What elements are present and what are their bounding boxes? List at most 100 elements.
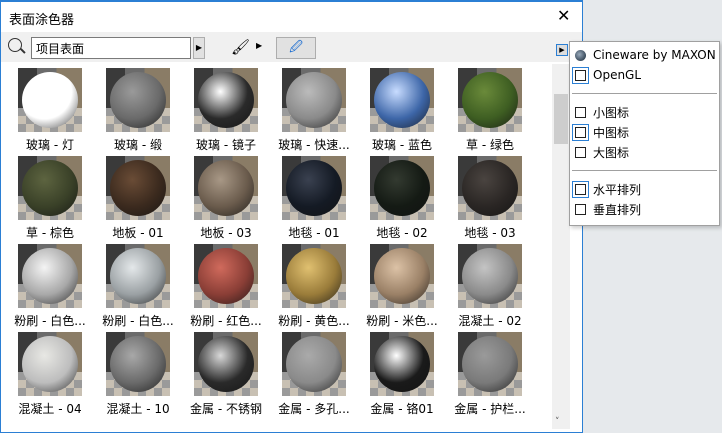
material-label: 地毯 - 02: [376, 226, 428, 240]
menu-item-cineware[interactable]: Cineware by MAXON: [572, 45, 718, 65]
material-sphere: [110, 160, 166, 216]
material-sphere: [462, 160, 518, 216]
menu-item-vertical-layout[interactable]: 垂直排列: [572, 199, 718, 219]
material-item[interactable]: 粉刷 - 黄色...: [270, 240, 358, 329]
material-item[interactable]: 草 - 绿色: [446, 64, 534, 153]
material-item[interactable]: 玻璃 - 灯: [6, 64, 94, 153]
material-label: 玻璃 - 镜子: [196, 138, 256, 152]
material-item[interactable]: 粉刷 - 米色...: [358, 240, 446, 329]
vertical-scrollbar[interactable]: ˅: [552, 64, 570, 429]
dialog-title: 表面涂色器: [9, 13, 75, 28]
material-thumbnail: [18, 244, 82, 308]
small-icons-icon: [572, 104, 589, 121]
material-sphere: [198, 72, 254, 128]
search-input[interactable]: [31, 37, 191, 59]
material-thumbnail: [370, 68, 434, 132]
material-item[interactable]: 玻璃 - 快速...: [270, 64, 358, 153]
material-thumbnail: [18, 156, 82, 220]
menu-item-label: 大图标: [593, 145, 630, 160]
brush-menu-arrow[interactable]: ▶: [256, 41, 262, 50]
material-label: 地板 - 01: [112, 226, 164, 240]
material-sphere: [462, 336, 518, 392]
material-item[interactable]: 地毯 - 02: [358, 152, 446, 241]
material-item[interactable]: 粉刷 - 白色...: [94, 240, 182, 329]
material-sphere: [462, 248, 518, 304]
material-thumbnail: [370, 156, 434, 220]
material-item[interactable]: 金属 - 铬01: [358, 328, 446, 417]
material-sphere: [374, 72, 430, 128]
scroll-down-arrow[interactable]: ˅: [555, 417, 560, 427]
medium-icons-icon: [572, 123, 589, 141]
material-item[interactable]: 草 - 棕色: [6, 152, 94, 241]
material-label: 粉刷 - 黄色...: [278, 314, 350, 328]
menu-item-opengl[interactable]: OpenGL: [572, 65, 718, 85]
menu-separator: [572, 93, 717, 94]
material-sphere: [286, 336, 342, 392]
search-icon: [8, 38, 22, 52]
surface-painter-dialog: 表面涂色器 ✕ ▶ 🖌 ▶ 🖉 玻璃 - 灯 玻璃 - 缎 玻璃 - 镜子 玻璃 - …: [0, 0, 583, 433]
material-item[interactable]: 金属 - 多孔...: [270, 328, 358, 417]
material-item[interactable]: 玻璃 - 镜子: [182, 64, 270, 153]
material-sphere: [22, 72, 78, 128]
material-thumbnail: [18, 332, 82, 396]
material-thumbnail: [194, 244, 258, 308]
menu-item-label: 垂直排列: [593, 202, 642, 217]
view-options-menu: Cineware by MAXON OpenGL 小图标中图标大图标水平排列垂直排列: [569, 41, 720, 226]
material-item[interactable]: 地毯 - 01: [270, 152, 358, 241]
search-dropdown-button[interactable]: ▶: [193, 37, 205, 59]
material-sphere: [22, 160, 78, 216]
material-item[interactable]: 混凝土 - 10: [94, 328, 182, 417]
menu-item-label: 水平排列: [593, 182, 642, 197]
material-thumbnail: [194, 332, 258, 396]
menu-item-medium-icons[interactable]: 中图标: [572, 122, 718, 142]
material-sphere: [374, 336, 430, 392]
scrollbar-thumb[interactable]: [554, 94, 568, 144]
material-label: 玻璃 - 灯: [26, 138, 74, 152]
material-item[interactable]: 地毯 - 03: [446, 152, 534, 241]
view-options-button[interactable]: ▶: [556, 44, 568, 56]
material-thumbnail: [458, 332, 522, 396]
material-thumbnail: [370, 332, 434, 396]
material-thumbnail: [106, 156, 170, 220]
menu-item-label: OpenGL: [593, 68, 642, 82]
menu-item-small-icons[interactable]: 小图标: [572, 102, 718, 122]
eyedropper-button[interactable]: 🖉: [276, 37, 316, 59]
material-label: 金属 - 护栏...: [454, 402, 526, 416]
material-sphere: [198, 160, 254, 216]
material-grid: 玻璃 - 灯玻璃 - 缎玻璃 - 镜子 玻璃 - 快速... 玻璃 - 蓝色草 - …: [6, 64, 550, 429]
menu-item-label: 小图标: [593, 105, 630, 120]
material-sphere: [374, 248, 430, 304]
menu-item-large-icons[interactable]: 大图标: [572, 142, 718, 162]
material-item[interactable]: 粉刷 - 白色...: [6, 240, 94, 329]
material-sphere: [110, 248, 166, 304]
material-sphere: [198, 248, 254, 304]
menu-item-label: Cineware by MAXON: [593, 48, 716, 62]
opengl-icon: [572, 66, 589, 84]
material-thumbnail: [18, 68, 82, 132]
material-item[interactable]: 粉刷 - 红色...: [182, 240, 270, 329]
material-label: 地毯 - 01: [288, 226, 340, 240]
material-thumbnail: [282, 244, 346, 308]
material-item[interactable]: 地板 - 03: [182, 152, 270, 241]
material-sphere: [374, 160, 430, 216]
close-button[interactable]: ✕: [557, 6, 570, 25]
menu-item-horizontal-layout[interactable]: 水平排列: [572, 179, 718, 199]
material-label: 混凝土 - 10: [106, 402, 170, 416]
material-item[interactable]: 混凝土 - 04: [6, 328, 94, 417]
material-thumbnail: [458, 68, 522, 132]
material-thumbnail: [106, 332, 170, 396]
paint-brush-icon[interactable]: 🖌: [231, 38, 250, 56]
material-label: 地毯 - 03: [464, 226, 516, 240]
material-thumbnail: [370, 244, 434, 308]
material-item[interactable]: 玻璃 - 蓝色: [358, 64, 446, 153]
material-item[interactable]: 地板 - 01: [94, 152, 182, 241]
material-item[interactable]: 混凝土 - 02: [446, 240, 534, 329]
material-item[interactable]: 玻璃 - 缎: [94, 64, 182, 153]
material-item[interactable]: 金属 - 不锈钢: [182, 328, 270, 417]
material-label: 粉刷 - 米色...: [366, 314, 438, 328]
material-thumbnail: [282, 332, 346, 396]
material-sphere: [110, 336, 166, 392]
material-label: 金属 - 多孔...: [278, 402, 350, 416]
material-item[interactable]: 金属 - 护栏...: [446, 328, 534, 417]
toolbar: ▶ 🖌 ▶ 🖉: [1, 32, 582, 62]
